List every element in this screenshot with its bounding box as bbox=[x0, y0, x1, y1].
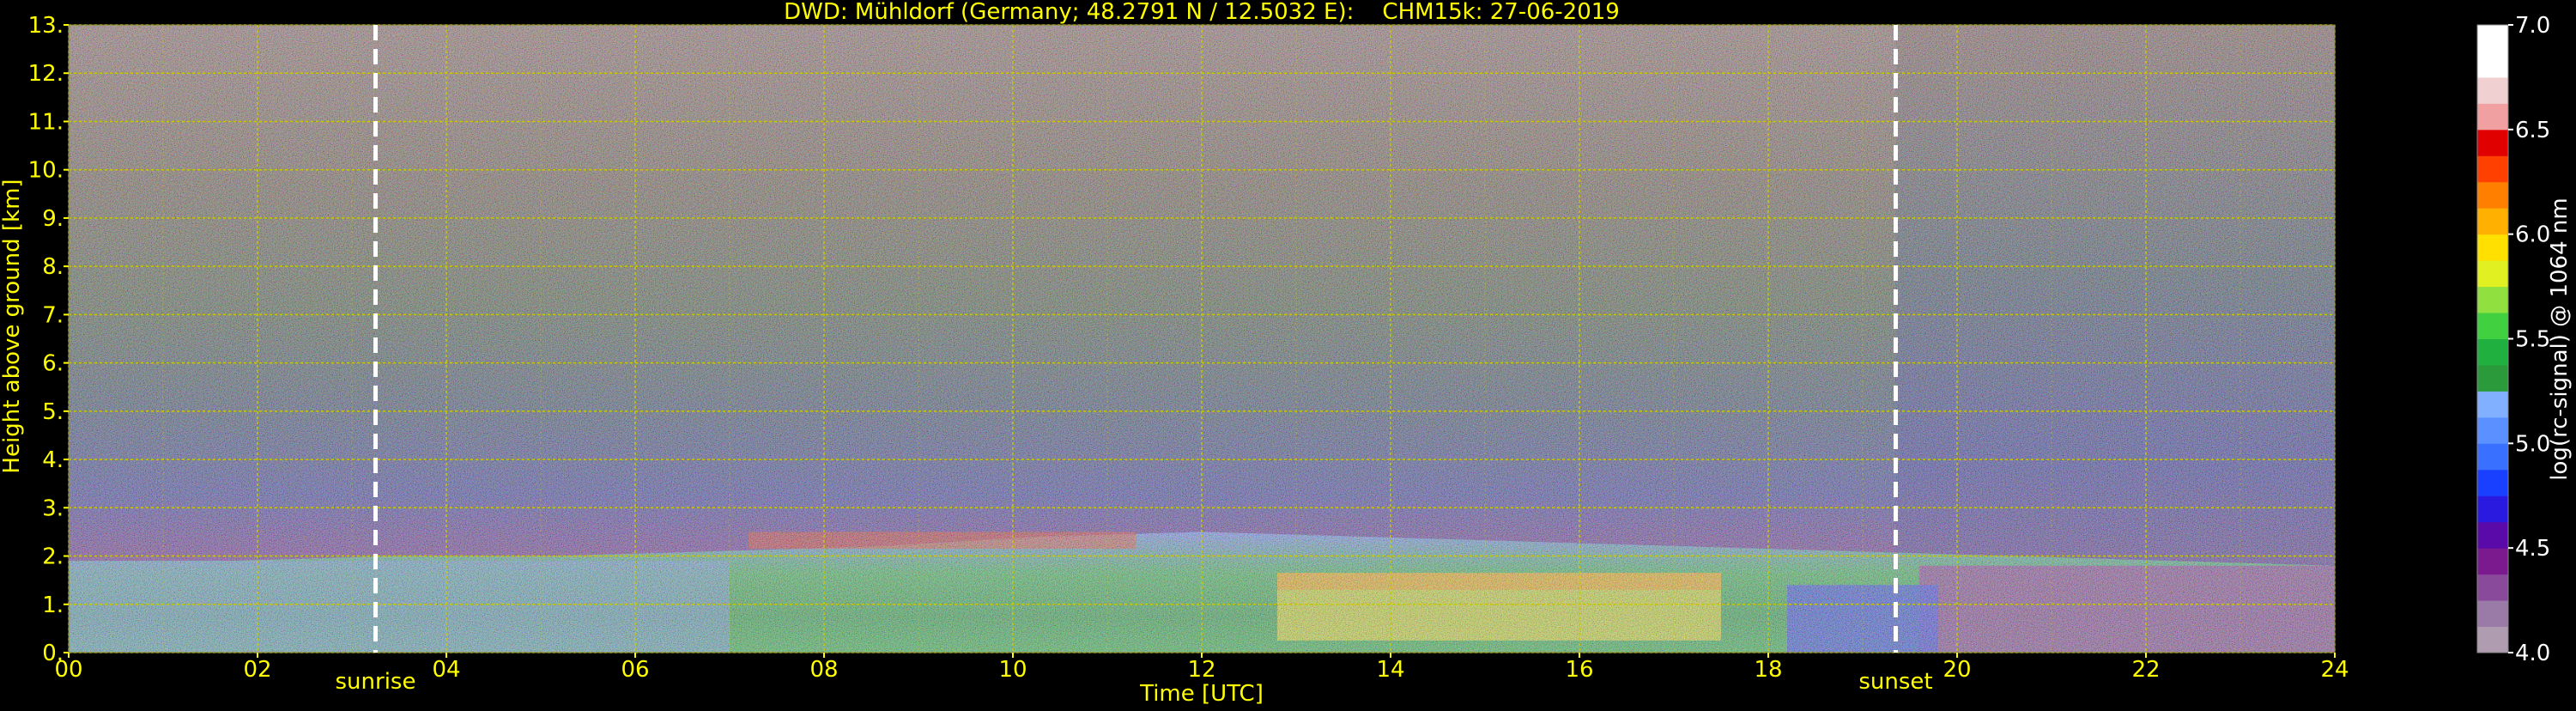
x-tick-label: 02 bbox=[243, 657, 271, 683]
y-tick-label: 9. bbox=[42, 206, 64, 232]
colorbar-tick-label: 7.0 bbox=[2515, 13, 2550, 39]
colorbar-label: log(rc-signal) @ 1064 nm bbox=[2547, 198, 2573, 480]
y-axis-label: Height above ground [km] bbox=[0, 179, 25, 473]
colorbar-swatch bbox=[2477, 338, 2508, 366]
colorbar-tick-label: 5.5 bbox=[2515, 327, 2550, 353]
x-tick-label: 04 bbox=[432, 657, 460, 683]
y-tick-labels: 0. 1. 2. 3. 4. 5. 6. 7. 8. 9. 10. 11. 12. 13. bbox=[28, 13, 69, 666]
colorbar-swatch bbox=[2477, 208, 2508, 235]
colorbar-swatch bbox=[2477, 51, 2508, 78]
colorbar-swatch bbox=[2477, 286, 2508, 313]
y-tick-label: 5. bbox=[42, 399, 64, 425]
x-tick-label: 18 bbox=[1754, 657, 1782, 683]
y-tick-label: 12. bbox=[28, 61, 64, 87]
x-tick-label: 08 bbox=[809, 657, 838, 683]
colorbar-swatch bbox=[2477, 76, 2508, 104]
colorbar-swatch bbox=[2477, 364, 2508, 392]
y-tick-label: 1. bbox=[42, 592, 64, 618]
x-tick-label: 22 bbox=[2131, 657, 2160, 683]
colorbar-tick-label: 6.0 bbox=[2515, 222, 2550, 248]
x-tick-label: 20 bbox=[1943, 657, 1971, 683]
x-tick-label: 12 bbox=[1187, 657, 1215, 683]
colorbar-swatch bbox=[2477, 495, 2508, 523]
y-tick-label: 11. bbox=[28, 109, 64, 135]
y-tick-label: 10. bbox=[28, 158, 64, 184]
colorbar-swatch bbox=[2477, 155, 2508, 183]
sunset-label: sunset bbox=[1858, 669, 1932, 695]
colorbar: 7.0 6.5 6.0 5.5 5.0 4.5 4.0 bbox=[2476, 13, 2550, 666]
colorbar-swatch bbox=[2477, 574, 2508, 601]
chart-title: DWD: Mühldorf (Germany; 48.2791 N / 12.5… bbox=[784, 0, 1620, 25]
x-tick-label: 16 bbox=[1565, 657, 1593, 683]
y-tick-label: 4. bbox=[42, 447, 64, 473]
colorbar-swatch bbox=[2477, 548, 2508, 575]
colorbar-swatch bbox=[2477, 626, 2508, 653]
colorbar-swatch bbox=[2477, 234, 2508, 261]
x-tick-label: 10 bbox=[998, 657, 1027, 683]
colorbar-swatch bbox=[2477, 416, 2508, 444]
y-tick-label: 2. bbox=[42, 544, 64, 570]
colorbar-swatch bbox=[2477, 443, 2508, 471]
y-tick-label: 0. bbox=[42, 641, 64, 666]
colorbar-swatch bbox=[2477, 129, 2508, 156]
chart-svg: sunrise sunset 00 02 04 06 08 10 12 14 16 18 20 22 24… bbox=[0, 0, 2573, 707]
y-tick-label: 8. bbox=[42, 254, 64, 280]
colorbar-tick-label: 4.5 bbox=[2515, 536, 2550, 562]
colorbar-tick-label: 4.0 bbox=[2515, 641, 2550, 666]
y-tick-label: 13. bbox=[28, 13, 64, 39]
x-tick-label: 06 bbox=[621, 657, 649, 683]
y-tick-label: 6. bbox=[42, 351, 64, 377]
colorbar-tick-label: 6.5 bbox=[2515, 118, 2550, 143]
colorbar-tick-label: 5.0 bbox=[2515, 431, 2550, 457]
y-tick-label: 7. bbox=[42, 302, 64, 328]
x-tick-label: 24 bbox=[2320, 657, 2349, 683]
colorbar-swatch bbox=[2477, 103, 2508, 131]
ceilometer-figure: sunrise sunset 00 02 04 06 08 10 12 14 16 18 20 22 24… bbox=[0, 0, 2576, 708]
colorbar-swatch bbox=[2477, 469, 2508, 496]
colorbar-swatch bbox=[2477, 521, 2508, 549]
colorbar-swatch bbox=[2477, 391, 2508, 418]
colorbar-swatch bbox=[2477, 260, 2508, 288]
colorbar-swatch bbox=[2477, 25, 2508, 52]
colorbar-swatch bbox=[2477, 181, 2508, 209]
x-tick-label: 14 bbox=[1376, 657, 1404, 683]
x-axis-label: Time [UTC] bbox=[1139, 681, 1264, 707]
sunrise-label: sunrise bbox=[336, 669, 416, 695]
y-tick-label: 3. bbox=[42, 495, 64, 521]
colorbar-swatch bbox=[2477, 600, 2508, 628]
colorbar-swatch bbox=[2477, 313, 2508, 339]
